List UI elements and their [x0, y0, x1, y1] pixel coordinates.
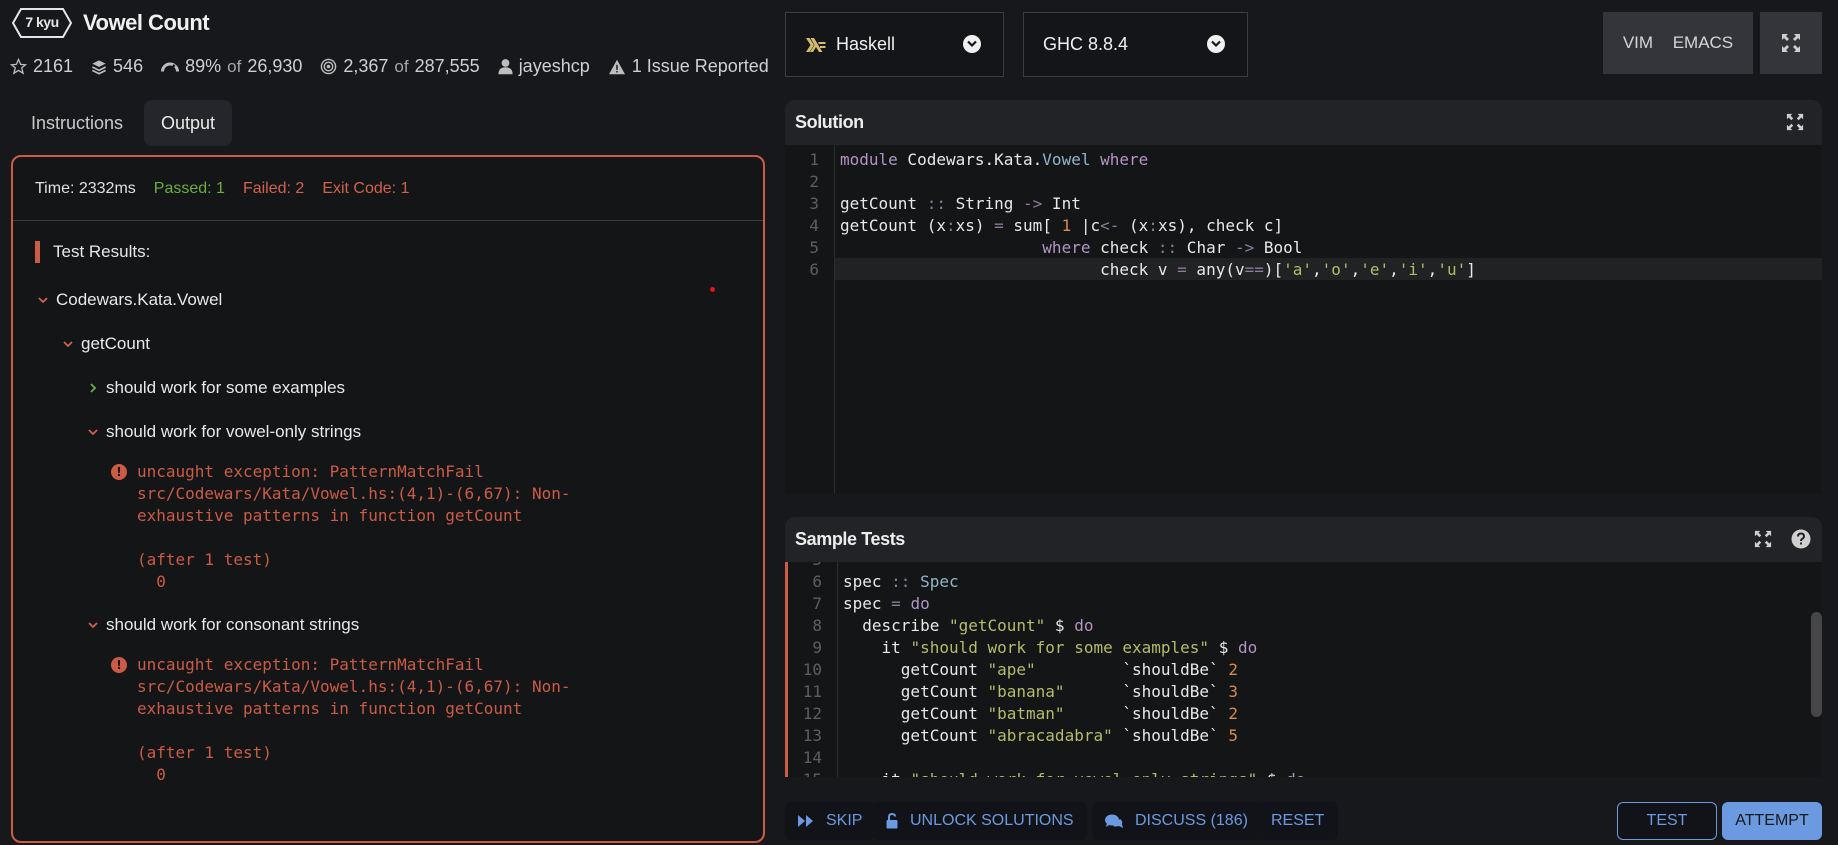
- sample-tests-panel: Sample Tests 5 6 7 8 9 10 11 12 13 14 15…: [785, 517, 1822, 777]
- error-message: uncaught exception: PatternMatchFail src…: [137, 462, 571, 591]
- tab-instructions[interactable]: Instructions: [14, 100, 140, 146]
- code-line: describe "getCount" $ do: [843, 616, 1094, 635]
- sample-tests-header: Sample Tests: [785, 517, 1822, 562]
- error-message: uncaught exception: PatternMatchFail src…: [137, 655, 571, 784]
- keybinding-modes: VIM EMACS: [1603, 12, 1753, 74]
- solution-panel: Solution 1 2 3 4 5 6 module Codewars.Kat…: [785, 100, 1822, 493]
- code-line: spec :: Spec: [843, 572, 959, 591]
- unlock-icon: [886, 813, 898, 829]
- chevron-right-icon: [90, 383, 97, 393]
- chevron-down-icon: [88, 429, 98, 436]
- code-line: getCount (x:xs) = sum[ 1 |c<- (x:xs), ch…: [840, 216, 1284, 235]
- chevron-down-icon: [38, 297, 48, 304]
- expand-icon[interactable]: [1786, 113, 1804, 131]
- code-line: it "should work for vowel-only strings" …: [843, 770, 1306, 777]
- discuss-button[interactable]: DISCUSS (186): [1092, 802, 1261, 840]
- test-item-passed[interactable]: should work for some examples: [88, 378, 345, 398]
- solution-title: Solution: [795, 112, 864, 132]
- target-icon: [321, 58, 337, 75]
- code-line: spec = do: [843, 594, 930, 613]
- sample-tests-scrollbar[interactable]: [1811, 612, 1822, 717]
- expand-icon[interactable]: [1754, 530, 1772, 548]
- suite-item[interactable]: Codewars.Kata.Vowel: [38, 290, 222, 310]
- solution-code-editor[interactable]: 1 2 3 4 5 6 module Codewars.Kata.Vowel w…: [785, 148, 1822, 493]
- group-item[interactable]: getCount: [63, 334, 150, 354]
- layers-icon: [92, 59, 107, 75]
- fast-forward-icon: [798, 815, 813, 827]
- test-item-failed[interactable]: should work for consonant strings: [88, 615, 359, 635]
- test-results-title: Test Results:: [35, 241, 150, 263]
- chevron-down-icon: [963, 35, 981, 53]
- code-line: getCount "batman" `shouldBe` 2: [843, 704, 1238, 723]
- kata-stats: 2161 546 89% of 26,930 2,367 of 287,555 jaye…: [10, 56, 769, 77]
- emacs-mode-button[interactable]: EMACS: [1673, 33, 1733, 53]
- haskell-logo-icon: [806, 37, 826, 52]
- gauge-icon: [161, 62, 180, 72]
- chevron-down-icon: [1207, 35, 1225, 53]
- code-line: check v = any(v==)['a','o','e','i','u']: [840, 260, 1476, 279]
- code-line: getCount "ape" `shouldBe` 2: [843, 660, 1238, 679]
- fullscreen-button[interactable]: [1760, 12, 1822, 74]
- chevron-down-icon: [88, 622, 98, 629]
- author-stat[interactable]: jayeshcp: [498, 56, 590, 77]
- output-summary: Time: 2332ms Passed: 1 Failed: 2 Exit Co…: [13, 157, 763, 221]
- satisfaction-stat: 89% of 26,930: [161, 56, 302, 77]
- star-icon: [10, 58, 27, 75]
- chevron-down-icon: [63, 341, 73, 348]
- language-value: Haskell: [836, 34, 896, 54]
- version-value: GHC 8.8.4: [1043, 34, 1129, 54]
- user-icon: [498, 59, 513, 75]
- output-panel: Time: 2332ms Passed: 1 Failed: 2 Exit Co…: [11, 155, 765, 843]
- sample-tests-title: Sample Tests: [795, 529, 905, 549]
- code-line: getCount "abracadabra" `shouldBe` 5: [843, 726, 1238, 745]
- test-item-failed[interactable]: should work for vowel-only strings: [88, 422, 361, 442]
- unlock-solutions-button[interactable]: UNLOCK SOLUTIONS: [873, 802, 1087, 840]
- comments-icon: [1105, 814, 1123, 828]
- failed-count: Failed: 2: [242, 179, 305, 197]
- version-select[interactable]: GHC 8.8.4: [1023, 12, 1248, 77]
- skip-button[interactable]: SKIP: [785, 802, 876, 840]
- rank-badge: 7 kyu: [12, 8, 72, 38]
- exit-code: Exit Code: 1: [322, 179, 410, 197]
- error-icon: !: [111, 464, 127, 480]
- rank-label: 7 kyu: [25, 14, 59, 30]
- attempt-button[interactable]: ATTEMPT: [1722, 802, 1822, 840]
- warning-icon: [608, 59, 625, 74]
- collections-stat[interactable]: 546: [91, 56, 143, 77]
- tab-output[interactable]: Output: [144, 100, 233, 146]
- passed-count: Passed: 1: [153, 179, 225, 197]
- solution-header: Solution: [785, 100, 1822, 145]
- expand-icon: [1782, 34, 1800, 52]
- language-select[interactable]: Haskell: [785, 12, 1004, 77]
- test-button[interactable]: TEST: [1617, 802, 1717, 840]
- code-line: module Codewars.Kata.Vowel where: [840, 150, 1149, 169]
- code-line: getCount "banana" `shouldBe` 3: [843, 682, 1238, 701]
- kata-title: Vowel Count: [83, 10, 210, 35]
- error-icon: !: [111, 657, 127, 673]
- sample-tests-code-editor[interactable]: 5 6 7 8 9 10 11 12 13 14 15 spec :: Spec…: [785, 562, 1822, 777]
- stars-stat[interactable]: 2161: [10, 56, 73, 77]
- help-icon[interactable]: [1791, 529, 1811, 549]
- issues-stat[interactable]: 1 Issue Reported: [608, 56, 769, 77]
- code-line: it "should work for some examples" $ do: [843, 638, 1258, 657]
- red-dot-marker: [710, 287, 715, 292]
- vim-mode-button[interactable]: VIM: [1623, 33, 1653, 53]
- time-label: Time: 2332ms: [35, 179, 136, 197]
- reset-button[interactable]: RESET: [1257, 802, 1339, 840]
- code-line: where check :: Char -> Bool: [1042, 238, 1303, 257]
- completions-stat: 2,367 of 287,555: [320, 56, 480, 77]
- code-line: getCount :: String -> Int: [840, 194, 1081, 213]
